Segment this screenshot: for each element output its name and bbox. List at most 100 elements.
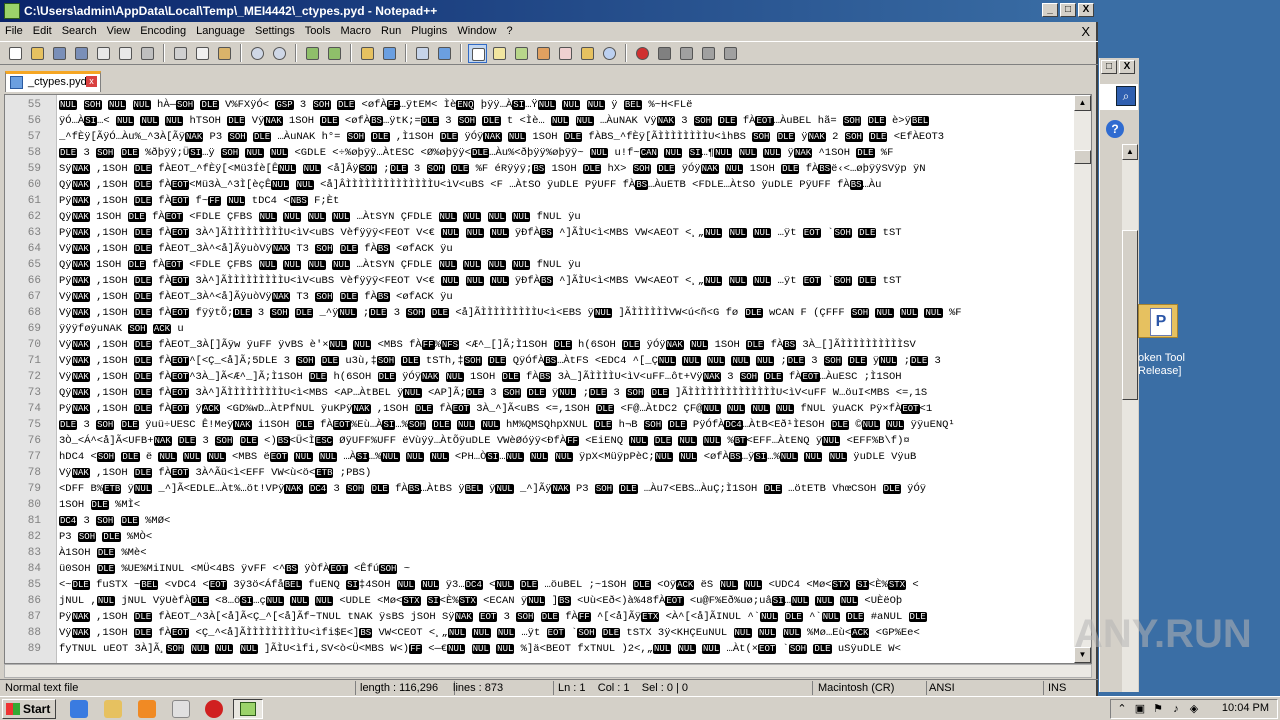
menu-window[interactable]: Window [452,22,501,41]
explorer-folder-icon[interactable] [104,700,122,718]
editor-line[interactable]: 85 <~DLE fuSTX ~BEL <vDC4 <EOT 3ÿ3ö<ÁfåBE… [5,577,1073,593]
notepad-app-icon[interactable] [4,3,20,19]
paste-icon[interactable] [215,44,234,63]
menu-view[interactable]: View [102,22,136,41]
editor-line[interactable]: 89 fyTNUL uEOT 3À]Ã¸SOH NUL NUL NUL ]ÃÌU<… [5,641,1073,657]
tray-volume-icon[interactable]: ♪ [1169,702,1183,716]
background-scrollbar[interactable]: ▲ [1122,144,1138,692]
tray-security-icon[interactable]: ◈ [1187,702,1201,716]
editor-line[interactable]: 78 VÿNAK ,1SOH DLE fÀEOT 3À^Ãü<ì<EFF VW<ù… [5,465,1073,481]
editor-line[interactable]: 64 VÿNAK ,1SOH DLE fÀEOT_3À^<å]ÃÿuòVÿNAK … [5,241,1073,257]
editor-line[interactable]: 76 3Ò_<Á^<å]Ã<UFB+NAK DLE 3 SOH DLE <)BS<… [5,433,1073,449]
zoom-out-icon[interactable] [380,44,399,63]
editor-line[interactable]: 74 PÿNAK ,1SOH DLE fÀEOT ÿACK <GD%wD…ÀtPf… [5,401,1073,417]
editor-line[interactable]: 81 DC4 3 SOH DLE %MØ< [5,513,1073,529]
editor-line[interactable]: 83 À1SOH DLE %Mè< [5,545,1073,561]
show-all-chars-icon[interactable] [490,44,509,63]
open-file-icon[interactable] [28,44,47,63]
menu-settings[interactable]: Settings [250,22,300,41]
close-icon[interactable] [94,44,113,63]
horizontal-scrollbar[interactable] [4,664,1092,678]
copy-icon[interactable] [193,44,212,63]
background-maximize-button[interactable]: □ [1101,60,1117,74]
menu-search[interactable]: Search [57,22,102,41]
menu-help[interactable]: ? [501,22,517,41]
title-bar[interactable]: C:\Users\admin\AppData\Local\Temp\_MEI44… [0,0,1098,22]
media-player-icon[interactable] [138,700,156,718]
editor-line[interactable]: 66 PÿNAK ,1SOH DLE fÀEOT 3À^]ÃÌÌÌÌÌÌÌÌÌU<… [5,273,1073,289]
editor-line[interactable]: 71 VÿNAK ,1SOH DLE fÀEOT^[<Ç_<å]Ã;5DLE 3 … [5,353,1073,369]
undo-icon[interactable] [248,44,267,63]
editor-line[interactable]: 79 <DFF B%ETB ÿNUL _^]Ã<EDLE…Àt%…öt!VPÿNA… [5,481,1073,497]
editor-line[interactable]: 68 VÿNAK ,1SOH DLE fÀEOT fÿÿtÕ;DLE 3 SOH … [5,305,1073,321]
editor-line[interactable]: 56 ÿÓ…ÀSI…< NUL NUL NUL hTSOH DLE VÿNAK 1… [5,113,1073,129]
minimize-button[interactable]: _ [1042,3,1058,17]
editor-line[interactable]: 69 ÿÿÿføÿuNAK SOH ACK u [5,321,1073,337]
close-document-button[interactable]: X [1081,24,1090,39]
scroll-thumb[interactable] [1122,230,1138,400]
background-window-controls[interactable]: □ X [1101,60,1135,74]
close-all-icon[interactable] [116,44,135,63]
doc-map-icon[interactable] [556,44,575,63]
tray-clock[interactable]: 10:04 PM [1222,702,1269,714]
run-macro-multiple-icon[interactable] [699,44,718,63]
menu-macro[interactable]: Macro [335,22,376,41]
stop-app-icon[interactable] [205,700,223,718]
record-macro-icon[interactable] [633,44,652,63]
word-wrap-icon[interactable] [468,43,487,63]
tab-close-icon[interactable]: x [86,76,97,87]
editor-line[interactable]: 80 1SOH DLE %MÌ< [5,497,1073,513]
background-close-button[interactable]: X [1119,60,1135,74]
maximize-button[interactable]: □ [1060,3,1076,17]
zoom-in-icon[interactable] [358,44,377,63]
menu-tools[interactable]: Tools [300,22,336,41]
editor-line[interactable]: 84 ü0SOH DLE %UE%MiINUL <MÜ<4BS ÿvFF <^BS… [5,561,1073,577]
menu-run[interactable]: Run [376,22,406,41]
print-icon[interactable] [138,44,157,63]
editor-line[interactable]: 87 PÿNAK ,1SOH DLE fÀEOT_^3À[<å]Ã<Ç_^[<å]… [5,609,1073,625]
search-icon[interactable]: ⌕ [1116,86,1136,106]
tab-ctypes-pyd[interactable]: _ctypes.pyd x [5,71,101,92]
save-all-icon[interactable] [72,44,91,63]
find-icon[interactable] [303,44,322,63]
scroll-thumb[interactable] [1074,150,1091,164]
editor-line[interactable]: 60 QÿNAK ,1SOH DLE fÀEOT<Mü3À_^3Ì[èçÊNUL … [5,177,1073,193]
editor-line[interactable]: 61 PÿNAK ,1SOH DLE fÀEOT f~FF NUL tDC4 <N… [5,193,1073,209]
user-lang-icon[interactable] [534,44,553,63]
editor-line[interactable]: 77 hDC4 <SOH DLE ë NUL NUL NUL <MBS ëEOT … [5,449,1073,465]
taskbar-notepad-button[interactable] [233,699,263,719]
scroll-up-arrow-icon[interactable]: ▲ [1074,95,1091,111]
replace-icon[interactable] [325,44,344,63]
cut-icon[interactable] [171,44,190,63]
scroll-up-arrow-icon[interactable]: ▲ [1122,144,1138,160]
editor-line[interactable]: 86 jNUL ,NUL jNUL VÿUèfÀDLE <8…öSI…çNUL N… [5,593,1073,609]
play-macro-icon[interactable] [677,44,696,63]
editor-area[interactable]: 55 NUL SOH NUL NUL hÀ—SOH DLE V%FXÿÓ< GSP… [4,94,1092,664]
editor-line[interactable]: 72 VÿNAK ,1SOH DLE fÀEOT^3À_]Ã<Æ^_]Ã;Ì1SO… [5,369,1073,385]
menu-encoding[interactable]: Encoding [135,22,191,41]
editor-line[interactable]: 70 VÿNAK ,1SOH DLE fÀEOT_3À[]Ãÿw ÿuFF ÿvB… [5,337,1073,353]
monitor-icon[interactable] [600,44,619,63]
help-icon[interactable]: ? [1106,120,1124,138]
menu-language[interactable]: Language [191,22,250,41]
editor-line[interactable]: 65 QÿNAK 1SOH DLE fÀEOT <FDLE ÇFBS NUL NU… [5,257,1073,273]
desktop-shortcut[interactable]: P [1138,296,1188,346]
sync-vertical-icon[interactable] [413,44,432,63]
editor-line[interactable]: 82 P3 SOH DLE %MÒ< [5,529,1073,545]
editor-line[interactable]: 67 VÿNAK ,1SOH DLE fÀEOT_3À^<å]ÃÿuòVÿNAK … [5,289,1073,305]
editor-line[interactable]: 88 VÿNAK ,1SOH DLE fÀEOT <Ç_^<å]ÃÌÌÌÌÌÌÌÌ… [5,625,1073,641]
editor-line[interactable]: 73 QÿNAK ,1SOH DLE fÀEOT 3À^]ÃÌÌÌÌÌÌÌÌÌU<… [5,385,1073,401]
tray-flag-icon[interactable]: ⚑ [1151,702,1165,716]
stop-record-icon[interactable] [655,44,674,63]
editor-line[interactable]: 55 NUL SOH NUL NUL hÀ—SOH DLE V%FXÿÓ< GSP… [5,97,1073,113]
new-file-icon[interactable] [6,44,25,63]
save-icon[interactable] [50,44,69,63]
editor-line[interactable]: 63 PÿNAK ,1SOH DLE fÀEOT 3À^]ÃÌÌÌÌÌÌÌÌÌU<… [5,225,1073,241]
editor-line[interactable]: 59 SÿNAK ,1SOH DLE fÀEOT_^fÈÿ[<Mü3Íè[ÊNUL… [5,161,1073,177]
editor-line[interactable]: 75 DLE 3 SOH DLE ÿuü÷UESC Ê!MeÿNAK i1SOH … [5,417,1073,433]
sync-horizontal-icon[interactable] [435,44,454,63]
save-macro-icon[interactable] [721,44,740,63]
menu-file[interactable]: File [0,22,28,41]
tray-network-icon[interactable]: ▣ [1133,702,1147,716]
vertical-scrollbar[interactable]: ▲ ▼ [1074,95,1091,663]
